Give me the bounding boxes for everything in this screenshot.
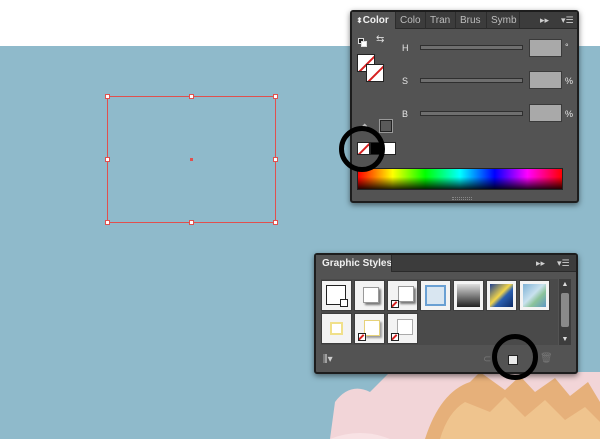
hue-unit: ° — [565, 42, 569, 52]
saturation-value-field[interactable] — [529, 71, 562, 89]
gray-gradient-style[interactable] — [453, 280, 484, 311]
none-fill-style[interactable] — [387, 313, 418, 344]
resize-handle-bottom-right[interactable] — [273, 220, 278, 225]
resize-handle-bottom[interactable] — [189, 220, 194, 225]
libraries-menu-icon[interactable]: ⫼▾ — [323, 354, 333, 365]
slider-label-s: S — [402, 76, 409, 86]
panel-menu-icon[interactable]: ▾☰ — [557, 255, 570, 272]
saturation-unit: % — [565, 76, 574, 86]
tab-transparency[interactable]: Tran — [426, 12, 456, 29]
collapse-arrows-icon: ⬍ — [356, 16, 363, 25]
scroll-up-icon[interactable]: ▲ — [559, 281, 571, 288]
color-panel: ⬍Color Colo Tran Brus Symb ▸▸ ▾☰ ⇆ H ° S… — [350, 10, 579, 203]
resize-handle-top-right[interactable] — [273, 94, 278, 99]
graphic-styles-panel: Graphic Styles ▸▸ ▾☰ ▲ ▼ ⫼▾ ⊂ 🗑 — [314, 253, 578, 374]
hue-slider[interactable] — [420, 45, 523, 50]
break-link-icon[interactable]: ⊂ — [483, 354, 491, 365]
resize-handle-left[interactable] — [105, 157, 110, 162]
brightness-value-field[interactable] — [529, 104, 562, 122]
blue-wash-style[interactable] — [519, 280, 550, 311]
brightness-slider[interactable] — [420, 111, 523, 116]
highlight-circle-new-style — [492, 334, 538, 380]
starry-night-style[interactable] — [486, 280, 517, 311]
tab-color-guide[interactable]: Colo — [396, 12, 426, 29]
double-arrow-icon[interactable]: ▸▸ — [536, 255, 545, 272]
delete-icon[interactable]: 🗑 — [540, 353, 553, 364]
tab-color[interactable]: ⬍Color — [352, 12, 396, 29]
swap-fill-stroke-icon[interactable]: ⇆ — [376, 34, 384, 45]
stroke-swatch[interactable] — [366, 64, 384, 82]
saturation-slider[interactable] — [420, 78, 523, 83]
resize-handle-top-left[interactable] — [105, 94, 110, 99]
scroll-thumb[interactable] — [561, 293, 569, 327]
tab-graphic-styles[interactable]: Graphic Styles — [316, 255, 392, 272]
default-fill-stroke-icon[interactable] — [358, 38, 367, 47]
panel-menu-icon[interactable]: ▾☰ — [561, 12, 574, 29]
background-artwork — [330, 372, 600, 439]
slider-label-b: B — [402, 109, 409, 119]
yellow-glow-style[interactable] — [321, 313, 352, 344]
web-safe-swatch[interactable] — [379, 119, 393, 133]
graphic-styles-scrollbar[interactable]: ▲ ▼ — [559, 279, 571, 345]
drop-shadow-style[interactable] — [354, 280, 385, 311]
tab-brushes[interactable]: Brus — [456, 12, 487, 29]
graphic-styles-tabbar: Graphic Styles ▸▸ ▾☰ — [316, 255, 576, 272]
shadow-none-fill-style[interactable] — [387, 280, 418, 311]
slider-label-h: H — [402, 43, 409, 53]
resize-handle-bottom-left[interactable] — [105, 220, 110, 225]
yellow-shadow-style[interactable] — [354, 313, 385, 344]
default-style[interactable] — [321, 280, 352, 311]
resize-handle-right[interactable] — [273, 157, 278, 162]
double-arrow-icon[interactable]: ▸▸ — [540, 12, 549, 29]
brightness-unit: % — [565, 109, 574, 119]
hue-value-field[interactable] — [529, 39, 562, 57]
panel-resize-grip[interactable] — [452, 197, 472, 200]
highlight-circle-none-swatch — [339, 126, 385, 172]
color-panel-tabbar: ⬍Color Colo Tran Brus Symb ▸▸ ▾☰ — [352, 12, 577, 29]
resize-handle-top[interactable] — [189, 94, 194, 99]
blue-frame-style[interactable] — [420, 280, 451, 311]
tab-symbols[interactable]: Symb — [487, 12, 520, 29]
color-spectrum-bar[interactable] — [357, 168, 563, 190]
center-point — [190, 158, 193, 161]
scroll-down-icon[interactable]: ▼ — [559, 336, 571, 343]
